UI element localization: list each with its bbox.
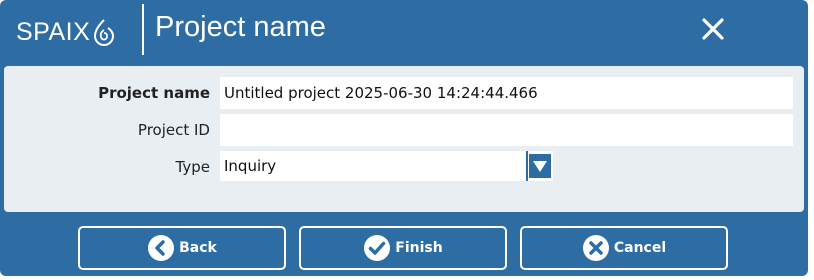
type-selected-value: Inquiry bbox=[224, 157, 277, 175]
swirl-icon bbox=[94, 19, 115, 46]
spaix-logo: SPAIX bbox=[16, 15, 115, 49]
project-id-label: Project ID bbox=[137, 121, 210, 139]
type-select[interactable]: Inquiry bbox=[220, 151, 553, 181]
back-button-label: Back bbox=[179, 240, 217, 256]
type-label: Type bbox=[175, 158, 210, 176]
finish-button[interactable]: Finish bbox=[299, 226, 507, 270]
close-circle-icon bbox=[582, 235, 609, 261]
dialog-title: Project name bbox=[155, 11, 326, 43]
dialog-header: SPAIX Project name bbox=[0, 0, 808, 62]
back-button[interactable]: Back bbox=[78, 226, 286, 270]
close-icon[interactable] bbox=[699, 15, 727, 43]
cancel-button[interactable]: Cancel bbox=[520, 226, 728, 270]
cancel-button-label: Cancel bbox=[613, 240, 667, 256]
project-name-label: Project name bbox=[98, 84, 210, 102]
project-name-input[interactable]: Untitled project 2025-06-30 14:24:44.466 bbox=[220, 77, 793, 109]
chevron-down-icon bbox=[526, 151, 551, 181]
finish-button-label: Finish bbox=[395, 240, 443, 256]
back-arrow-icon bbox=[148, 235, 175, 261]
header-divider bbox=[142, 4, 144, 55]
project-id-row: Project ID bbox=[4, 114, 804, 146]
project-name-dialog: SPAIX Project name Project name Untitled… bbox=[0, 0, 808, 276]
checkmark-icon bbox=[364, 235, 391, 261]
type-row: Type Inquiry bbox=[4, 151, 804, 183]
form-panel: Project name Untitled project 2025-06-30… bbox=[4, 66, 804, 212]
logo-text: SPAIX bbox=[16, 17, 91, 46]
dialog-footer: Back Finish Cancel bbox=[0, 216, 808, 276]
project-id-input[interactable] bbox=[220, 114, 793, 146]
type-dropdown-button[interactable] bbox=[526, 151, 553, 181]
project-name-row: Project name Untitled project 2025-06-30… bbox=[4, 77, 804, 109]
